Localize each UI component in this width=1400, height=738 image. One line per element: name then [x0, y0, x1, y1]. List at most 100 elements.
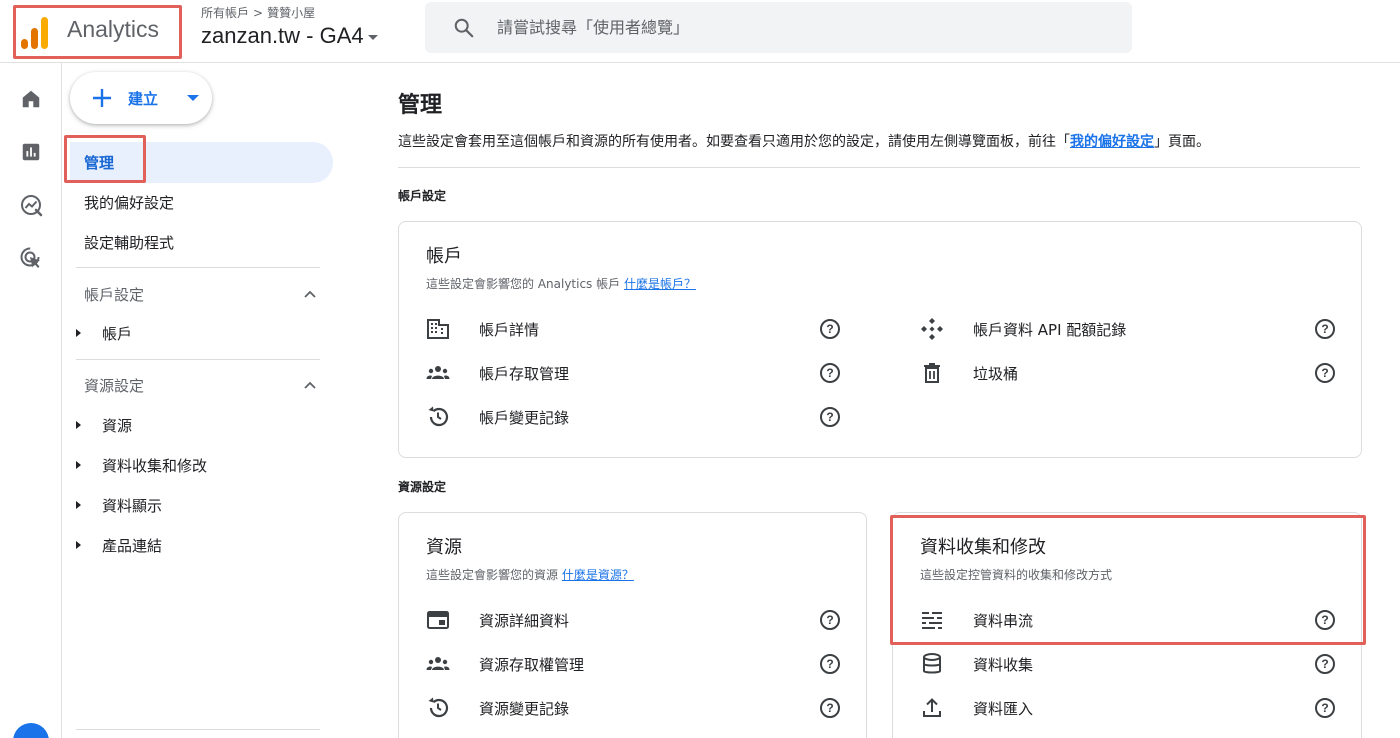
what-is-property-link[interactable]: 什麼是資源？: [562, 568, 634, 582]
caret-down-icon: [187, 95, 199, 101]
nav-sub-product-links[interactable]: 產品連結: [102, 535, 162, 556]
row-account-api-quota[interactable]: 帳戶資料 API 配額記錄 ?: [920, 314, 1337, 344]
property-card-description: 這些設定會影響您的資源 什麼是資源？: [426, 566, 634, 583]
people-icon: [426, 366, 450, 379]
admin-main: 管理 這些設定會套用至這個帳戶和資源的所有使用者。如要查看只適用於您的設定，請使…: [348, 63, 1400, 738]
expand-triangle-icon[interactable]: [76, 501, 81, 509]
search-bar[interactable]: [425, 2, 1132, 53]
create-label: 建立: [128, 90, 159, 108]
reports-icon: [22, 143, 40, 161]
row-label: 垃圾桶: [973, 365, 1019, 383]
rail-advertising[interactable]: [17, 244, 45, 272]
history-icon: [428, 697, 449, 718]
help-icon[interactable]: ?: [1315, 654, 1335, 674]
admin-nav-panel: 建立 管理 我的偏好設定 設定輔助程式 帳戶設定 帳戶 資源設定 資源 資料收集…: [62, 63, 348, 738]
nav-section-property-settings[interactable]: 資源設定: [84, 375, 144, 396]
nav-item-preferences[interactable]: 我的偏好設定: [84, 192, 174, 213]
main-divider: [398, 167, 1360, 168]
what-is-account-link[interactable]: 什麼是帳戶？: [624, 277, 696, 291]
row-label: 帳戶詳情: [479, 321, 540, 339]
preferences-link[interactable]: 我的偏好設定: [1070, 134, 1154, 150]
section-label-property: 資源設定: [398, 480, 447, 494]
help-icon[interactable]: ?: [1315, 319, 1335, 339]
help-icon[interactable]: ?: [820, 654, 840, 674]
nav-sub-data-display[interactable]: 資料顯示: [102, 495, 162, 516]
expand-triangle-icon[interactable]: [76, 421, 81, 429]
expand-triangle-icon[interactable]: [76, 541, 81, 549]
breadcrumb-separator: >: [253, 5, 264, 20]
help-icon[interactable]: ?: [820, 319, 840, 339]
chevron-up-icon[interactable]: [303, 287, 317, 301]
account-card-title: 帳戶: [426, 246, 462, 267]
help-icon[interactable]: ?: [1315, 698, 1335, 718]
rail-fab-button[interactable]: [13, 723, 49, 738]
breadcrumb[interactable]: 所有帳戶 > 贊贊小屋: [201, 4, 315, 21]
row-trash[interactable]: 垃圾桶 ?: [920, 358, 1337, 388]
nav-sub-data-collection[interactable]: 資料收集和修改: [102, 455, 207, 476]
nav-divider: [76, 267, 320, 268]
property-card-title: 資源: [426, 537, 462, 558]
search-input[interactable]: [497, 2, 1097, 53]
property-details-icon: [427, 611, 449, 629]
highlight-box-data-streams: [890, 515, 1366, 645]
upload-icon: [923, 698, 941, 717]
section-label-account: 帳戶設定: [398, 189, 447, 203]
account-card-desc-text: 這些設定會影響您的 Analytics 帳戶: [426, 277, 624, 291]
row-label: 資源變更記錄: [479, 700, 570, 718]
help-icon[interactable]: ?: [820, 363, 840, 383]
advertising-icon: [20, 247, 40, 268]
search-icon: [454, 18, 474, 38]
people-icon: [426, 657, 450, 670]
row-account-access[interactable]: 帳戶存取管理 ?: [426, 358, 843, 388]
breadcrumb-account[interactable]: 所有帳戶: [201, 4, 249, 21]
row-label: 資料收集: [973, 656, 1034, 674]
nav-sub-property[interactable]: 資源: [102, 415, 132, 436]
expand-triangle-icon[interactable]: [76, 329, 81, 337]
highlight-box-brand: [13, 5, 182, 59]
page-description-prefix: 這些設定會套用至這個帳戶和資源的所有使用者。如要查看只適用於您的設定，請使用左側…: [398, 134, 1070, 150]
property-card-desc-text: 這些設定會影響您的資源: [426, 568, 562, 582]
help-icon[interactable]: ?: [820, 610, 840, 630]
row-label: 資料匯入: [973, 700, 1034, 718]
expand-triangle-icon[interactable]: [76, 461, 81, 469]
row-property-access[interactable]: 資源存取權管理 ?: [426, 649, 843, 679]
nav-divider: [76, 359, 320, 360]
help-icon[interactable]: ?: [820, 698, 840, 718]
help-icon[interactable]: ?: [1315, 363, 1335, 383]
account-card: 帳戶 這些設定會影響您的 Analytics 帳戶 什麼是帳戶？ 帳戶詳情 ? …: [398, 221, 1362, 458]
breadcrumb-property-group[interactable]: 贊贊小屋: [267, 4, 315, 21]
row-label: 資源存取權管理: [479, 656, 585, 674]
page-title: 管理: [398, 93, 443, 118]
home-icon: [22, 90, 40, 108]
row-account-change-history[interactable]: 帳戶變更記錄 ?: [426, 402, 843, 432]
property-name: zanzan.tw - GA4: [201, 23, 364, 48]
rail-reports[interactable]: [17, 138, 45, 166]
rail-explore[interactable]: [17, 191, 45, 219]
row-label: 資源詳細資料: [479, 612, 570, 630]
row-label: 帳戶存取管理: [479, 365, 570, 383]
plus-icon: [93, 89, 111, 107]
rail-home[interactable]: [17, 85, 45, 113]
page-description: 這些設定會套用至這個帳戶和資源的所有使用者。如要查看只適用於您的設定，請使用左側…: [398, 131, 1210, 151]
left-rail: [0, 63, 62, 738]
nav-item-setup-assistant[interactable]: 設定輔助程式: [84, 232, 174, 253]
create-button[interactable]: 建立: [70, 72, 212, 124]
nav-section-account-settings[interactable]: 帳戶設定: [84, 284, 144, 305]
api-icon: [921, 318, 943, 340]
chevron-up-icon[interactable]: [303, 378, 317, 392]
row-data-import[interactable]: 資料匯入 ?: [920, 693, 1337, 723]
trash-icon: [924, 363, 940, 383]
history-icon: [428, 406, 449, 427]
database-icon: [923, 653, 941, 674]
row-label: 帳戶變更記錄: [479, 409, 570, 427]
nav-sub-account[interactable]: 帳戶: [102, 323, 132, 344]
help-icon[interactable]: ?: [820, 407, 840, 427]
page-description-suffix: 」頁面。: [1154, 134, 1210, 150]
row-data-collection[interactable]: 資料收集 ?: [920, 649, 1337, 679]
property-card: 資源 這些設定會影響您的資源 什麼是資源？ 資源詳細資料 ? 資源存取權管理 ?: [398, 512, 867, 738]
row-property-change-history[interactable]: 資源變更記錄 ?: [426, 693, 843, 723]
row-account-details[interactable]: 帳戶詳情 ?: [426, 314, 843, 344]
account-card-description: 這些設定會影響您的 Analytics 帳戶 什麼是帳戶？: [426, 275, 696, 292]
row-property-details[interactable]: 資源詳細資料 ?: [426, 605, 843, 635]
property-selector[interactable]: zanzan.tw - GA4: [201, 23, 378, 49]
